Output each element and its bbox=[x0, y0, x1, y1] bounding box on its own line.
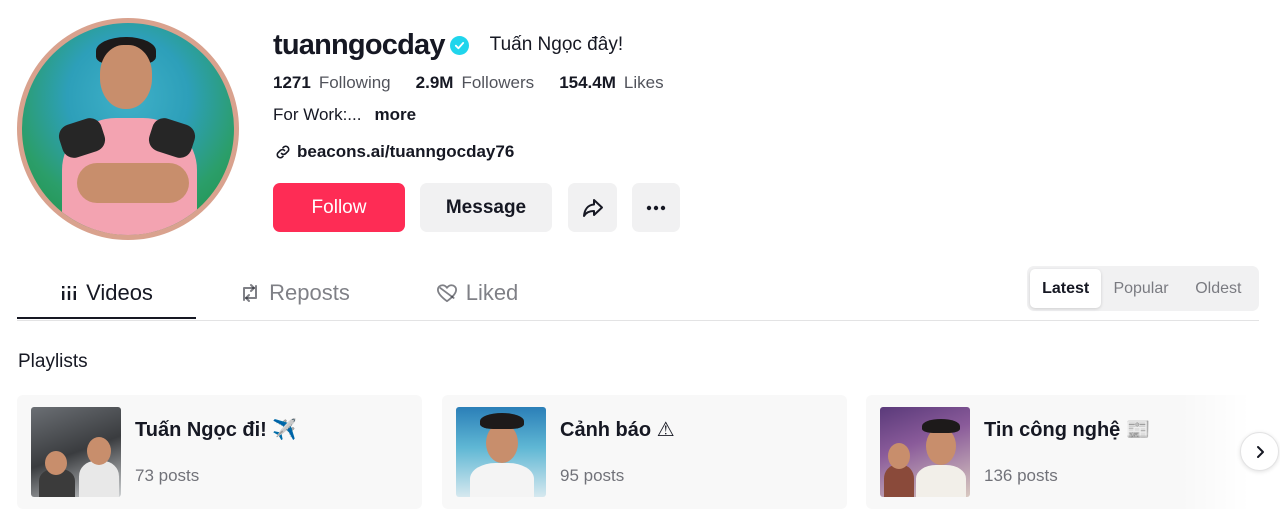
playlist-count: 95 posts bbox=[560, 466, 625, 485]
thumbnail-hair bbox=[480, 413, 524, 429]
playlist-thumbnail bbox=[31, 407, 121, 497]
link-icon bbox=[276, 145, 290, 159]
tab-videos[interactable]: Videos bbox=[17, 266, 196, 320]
tab-videos-label: Videos bbox=[86, 280, 153, 305]
following-count: 1271 bbox=[273, 73, 311, 92]
thumbnail-figure bbox=[79, 461, 119, 497]
thumbnail-face bbox=[45, 451, 67, 475]
profile-bio: For Work:... more bbox=[273, 104, 416, 126]
profile-avatar[interactable] bbox=[17, 18, 239, 240]
thumbnail-face bbox=[888, 443, 910, 469]
sort-segmented-control: Latest Popular Oldest bbox=[1027, 266, 1259, 311]
thumbnail-face bbox=[87, 437, 111, 465]
chevron-right-icon bbox=[1256, 445, 1264, 458]
playlists-heading: Playlists bbox=[18, 351, 88, 372]
avatar-face-shape bbox=[100, 45, 152, 109]
share-icon bbox=[582, 198, 603, 217]
carousel-next-button[interactable] bbox=[1240, 432, 1279, 471]
bio-text: For Work:... bbox=[273, 105, 362, 124]
playlist-card[interactable]: Tuấn Ngọc đi! ✈️ 73 posts bbox=[17, 395, 422, 509]
thumbnail-figure bbox=[884, 465, 914, 497]
thumbnail-hair bbox=[922, 419, 960, 433]
playlist-card[interactable]: Cảnh báo ⚠ 95 posts bbox=[442, 395, 847, 509]
tab-reposts-label: Reposts bbox=[269, 280, 350, 305]
thumbnail-face bbox=[486, 423, 518, 463]
playlist-title: Cảnh báo ⚠ bbox=[560, 419, 675, 441]
likes-label: Likes bbox=[623, 73, 664, 92]
avatar-arms-shape bbox=[77, 163, 189, 203]
grid-icon bbox=[62, 286, 77, 300]
sort-latest[interactable]: Latest bbox=[1030, 269, 1102, 308]
thumbnail-figure bbox=[916, 465, 966, 497]
likes-stat: 154.4M Likes bbox=[559, 73, 663, 93]
message-button[interactable]: Message bbox=[420, 183, 552, 232]
playlist-count: 73 posts bbox=[135, 466, 200, 485]
playlist-title: Tin công nghệ 📰 bbox=[984, 419, 1151, 441]
username: tuanngocday bbox=[273, 28, 445, 61]
more-icon bbox=[646, 205, 666, 210]
following-label: Following bbox=[318, 73, 391, 92]
tab-liked[interactable]: Liked bbox=[392, 266, 562, 320]
profile-link[interactable]: beacons.ai/tuanngocday76 bbox=[274, 141, 514, 163]
playlist-thumbnail bbox=[456, 407, 546, 497]
verified-badge-icon bbox=[449, 35, 469, 55]
followers-label: Followers bbox=[461, 73, 535, 92]
bio-more-button[interactable]: more bbox=[374, 105, 416, 125]
active-tab-indicator bbox=[17, 317, 196, 319]
tab-liked-label: Liked bbox=[465, 280, 519, 305]
tab-reposts[interactable]: Reposts bbox=[207, 266, 382, 320]
followers-stat[interactable]: 2.9M Followers bbox=[416, 73, 535, 93]
heart-icon bbox=[436, 284, 457, 303]
repost-icon bbox=[243, 284, 258, 302]
profile-header: tuanngocday Tuấn Ngọc đây! bbox=[273, 28, 623, 62]
playlist-count: 136 posts bbox=[984, 466, 1058, 485]
following-stat[interactable]: 1271 Following bbox=[273, 73, 391, 93]
link-url: beacons.ai/tuanngocday76 bbox=[297, 142, 515, 161]
followers-count: 2.9M bbox=[415, 73, 454, 92]
sort-oldest[interactable]: Oldest bbox=[1181, 269, 1256, 308]
follow-button[interactable]: Follow bbox=[273, 183, 405, 232]
likes-count: 154.4M bbox=[559, 73, 616, 92]
nickname: Tuấn Ngọc đây! bbox=[489, 34, 624, 55]
more-options-button[interactable] bbox=[632, 183, 680, 232]
playlist-thumbnail bbox=[880, 407, 970, 497]
share-button[interactable] bbox=[568, 183, 617, 232]
sort-popular[interactable]: Popular bbox=[1101, 269, 1180, 308]
profile-stats: 1271 Following 2.9M Followers 154.4M Lik… bbox=[273, 72, 689, 94]
thumbnail-figure bbox=[470, 463, 534, 497]
playlist-title: Tuấn Ngọc đi! ✈️ bbox=[135, 419, 298, 441]
